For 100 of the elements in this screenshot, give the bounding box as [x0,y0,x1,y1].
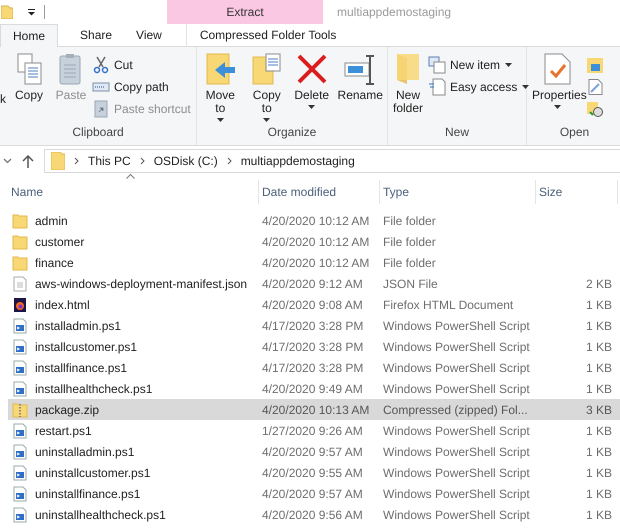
script-icon [12,486,28,502]
date-cell-text: 4/17/2020 3:28 PM [261,340,364,354]
file-row[interactable]: uninstallfinance.ps1 4/20/2020 9:57 AM Windows PowerShell Script 1 KB [8,483,620,504]
folder-icon[interactable] [587,57,603,73]
breadcrumb[interactable]: OSDisk (C:) [154,154,218,168]
caret-icon [505,62,512,66]
type-cell-text: File folder [382,234,437,248]
date-cell-text: 4/20/2020 9:57 AM [261,444,364,458]
size-cell: 1 KB [586,318,612,332]
date-cell-text: 4/20/2020 9:12 AM [261,276,364,290]
folder-icon [12,254,28,270]
column-header[interactable]: Size [536,180,618,204]
chevron-right-icon [226,157,232,165]
type-cell-text: Windows PowerShell Script [382,424,531,438]
file-row[interactable]: finance 4/20/2020 10:12 AM File folder [8,252,620,273]
size-cell: 1 KB [586,486,612,500]
breadcrumb[interactable]: multiappdemostaging [240,154,355,168]
caret-icon [263,118,270,122]
type-cell-text: Compressed (zipped) Fol... [382,402,529,416]
ribbon-tab[interactable]: View [124,24,174,46]
file-name: installhealthcheck.ps1 [35,382,152,396]
up-arrow-icon[interactable] [22,154,34,168]
file-row[interactable]: installcustomer.ps1 4/17/2020 3:28 PM Windows PowerShell Script 1 KB [8,336,620,357]
scissors-icon [92,56,110,74]
file-name: installcustomer.ps1 [35,340,138,354]
chevron-down-icon[interactable] [3,158,12,164]
column-header[interactable]: Type [380,180,536,204]
file-row[interactable]: installadmin.ps1 4/17/2020 3:28 PM Windows PowerShell Script 1 KB [8,315,620,336]
size-cell: 1 KB [586,360,612,374]
date-cell-text: 1/27/2020 9:26 AM [261,424,364,438]
size-cell: 1 KB [586,444,612,458]
size-cell: 1 KB [586,424,612,438]
date-cell-text: 4/20/2020 10:13 AM [261,402,370,416]
file-row[interactable]: customer 4/20/2020 10:12 AM File folder [8,231,620,252]
ribbon-button[interactable]: Copy [8,53,50,125]
file-name: uninstallfinance.ps1 [35,486,140,500]
folder-icon [12,234,28,250]
date-cell-text: 4/20/2020 10:12 AM [261,234,370,248]
windows-icon [428,56,446,74]
type-cell-text: Windows PowerShell Script [382,444,531,458]
text-cursor-icon [344,53,376,85]
ribbon-tab[interactable]: Home [0,24,58,47]
file-name: customer [35,234,84,248]
breadcrumb[interactable]: This PC [88,154,131,168]
file-row[interactable]: admin 4/20/2020 10:12 AM File folder [8,210,620,231]
file-row[interactable]: package.zip 4/20/2020 10:13 AM Compressed (zipped) Fol... 3 KB [8,399,620,420]
size-cell: 1 KB [586,466,612,480]
column-header[interactable]: Date modified [259,180,380,204]
file-row[interactable]: uninstalladmin.ps1 4/20/2020 9:57 AM Windows PowerShell Script 1 KB [8,441,620,462]
address-bar[interactable]: This PC OSDisk (C:) multiappdemostaging [44,149,620,173]
ribbon-button[interactable]: Cut [92,55,194,74]
file-name: aws-windows-deployment-manifest.json [35,276,248,290]
type-cell-text: Windows PowerShell Script [382,318,531,332]
column-header[interactable]: Name [0,180,259,204]
browser-icon [12,296,28,312]
ribbon-button[interactable]: Copy to [244,53,290,125]
ribbon-tab[interactable]: Compressed Folder Tools [186,24,348,46]
button-label[interactable]: k [0,53,8,125]
folder-arrow-icon [204,53,236,85]
folder-icon [12,212,28,228]
caret-icon [216,118,224,122]
caret-icon [522,84,530,88]
x-icon [296,53,328,85]
date-cell-text: 4/20/2020 9:57 AM [261,486,364,500]
file-name: uninstallhealthcheck.ps1 [35,508,166,522]
zipper-folder-icon [12,402,28,418]
ribbon-button[interactable]: Copy path [92,77,194,96]
ribbon-button[interactable]: Move to [197,53,244,125]
script-icon [12,338,28,354]
type-cell-text: File folder [382,214,437,228]
file-row[interactable]: aws-windows-deployment-manifest.json 4/20/2020 9:12 AM JSON File 2 KB [8,273,620,294]
type-cell-text: Windows PowerShell Script [382,508,531,522]
file-row[interactable]: index.html 4/20/2020 9:08 AM Firefox HTML Document 1 KB [8,294,620,315]
ribbon-button[interactable]: Delete [290,53,334,125]
script-icon [12,318,28,334]
ribbon-button[interactable]: New folder [388,53,428,125]
script-icon [12,422,28,438]
pencil-document-icon[interactable] [587,79,603,95]
dropdown-icon[interactable] [27,8,36,16]
clock-folder-icon[interactable] [587,101,603,117]
type-cell-text: Windows PowerShell Script [382,486,531,500]
file-name: admin [35,214,68,228]
folder-icon [51,152,65,170]
size-cell: 2 KB [586,276,612,290]
group-label: New [444,125,470,141]
sort-up-icon [126,174,135,179]
type-cell-text: Firefox HTML Document [382,298,514,312]
ribbon-tab[interactable]: Share [68,24,124,46]
file-row[interactable]: uninstallcustomer.ps1 4/20/2020 9:55 AM Windows PowerShell Script 1 KB [8,462,620,483]
file-row[interactable]: restart.ps1 1/27/2020 9:26 AM Windows PowerShell Script 1 KB [8,420,620,441]
file-row[interactable]: installhealthcheck.ps1 4/20/2020 9:49 AM Windows PowerShell Script 1 KB [8,378,620,399]
file-row[interactable]: uninstallhealthcheck.ps1 4/20/2020 9:56 AM Windows PowerShell Script 1 KB [8,504,620,525]
type-cell-text: Windows PowerShell Script [382,360,531,374]
script-icon [12,506,28,522]
folder-document-icon [250,53,283,85]
chevron-right-icon [74,157,79,165]
ribbon-button[interactable]: Rename [333,53,388,125]
script-icon [12,360,28,376]
file-row[interactable]: installfinance.ps1 4/17/2020 3:28 PM Windows PowerShell Script 1 KB [8,357,620,378]
context-tab-header: Extract [167,0,323,24]
